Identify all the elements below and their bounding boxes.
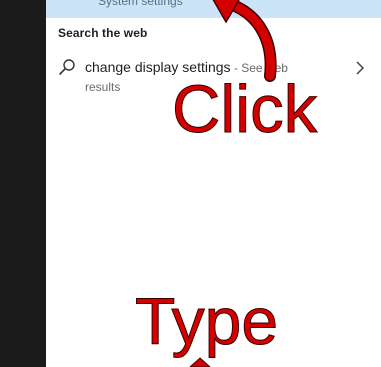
click-annotation: Click <box>171 72 318 147</box>
type-annotation: Type <box>134 284 279 358</box>
